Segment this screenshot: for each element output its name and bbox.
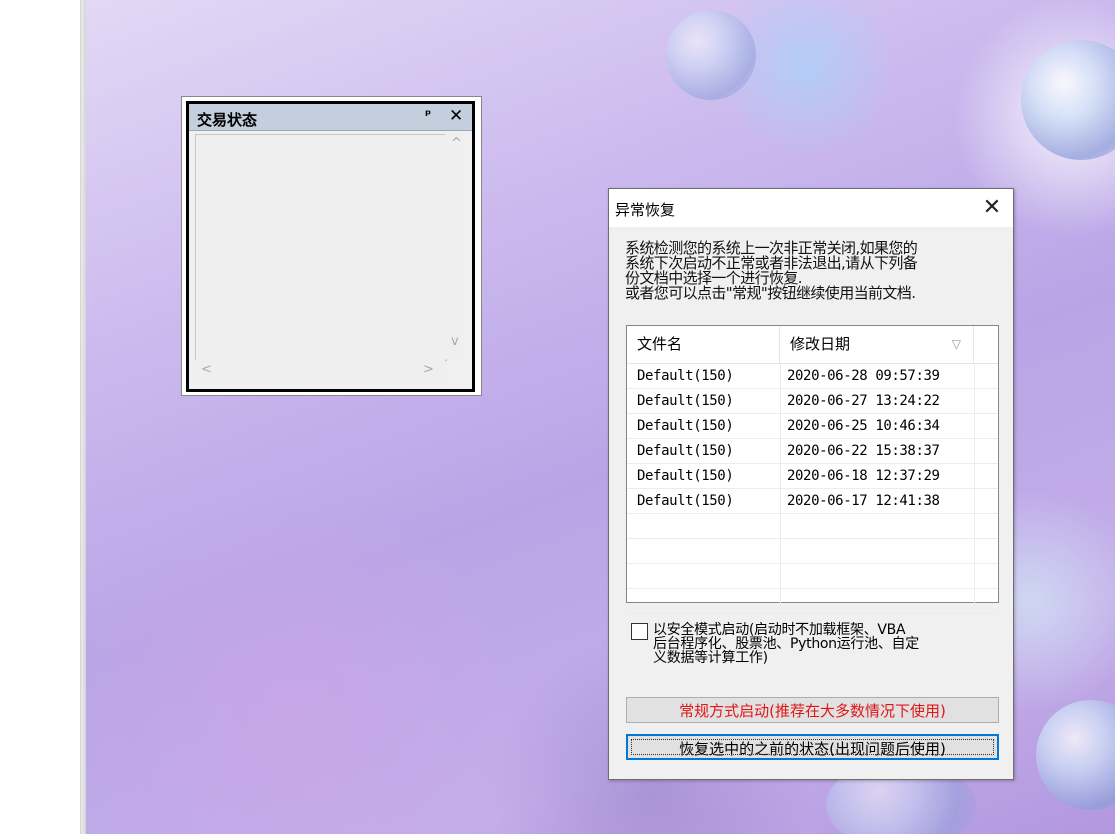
- trade-status-title: 交易状态: [197, 111, 258, 129]
- modified-date: 2020-06-18 12:37:29: [787, 468, 940, 484]
- column-header-filename[interactable]: 文件名: [627, 326, 780, 363]
- list-item-empty: [627, 564, 998, 589]
- file-name: Default(150): [637, 393, 734, 409]
- list-item[interactable]: Default(150) 2020-06-25 10:46:34: [627, 414, 998, 439]
- close-icon[interactable]: ✕: [971, 189, 1013, 227]
- safe-mode-line: 以安全模式启动(启动时不加载框架、VBA: [653, 622, 906, 638]
- list-item-empty: [627, 589, 998, 614]
- file-name: Default(150): [637, 418, 734, 434]
- file-name: Default(150): [637, 468, 734, 484]
- sort-descending-icon: ▽: [951, 337, 961, 351]
- trade-status-titlebar[interactable]: 交易状态 ᵖ ✕: [189, 104, 472, 131]
- scroll-left-icon[interactable]: <: [201, 362, 212, 377]
- scroll-up-icon[interactable]: ^: [451, 136, 462, 151]
- modified-date: 2020-06-27 13:24:22: [787, 393, 940, 409]
- trade-status-panel: 交易状态 ᵖ ✕ ^ v < >: [181, 96, 482, 396]
- list-item-empty: [627, 514, 998, 539]
- pin-icon[interactable]: ᵖ: [425, 108, 431, 123]
- safe-mode-label: 以安全模式启动(启动时不加载框架、VBA 后台程序化、股票池、Python运行池…: [653, 623, 1003, 665]
- message-line: 或者您可以点击"常规"按钮继续使用当前文档.: [625, 284, 916, 302]
- trade-status-content: [195, 134, 447, 361]
- dialog-titlebar[interactable]: 异常恢复 ✕: [609, 189, 1013, 227]
- normal-start-button[interactable]: 常规方式启动(推荐在大多数情况下使用): [626, 697, 999, 723]
- safe-mode-line: 后台程序化、股票池、Python运行池、自定: [653, 636, 919, 652]
- crystal-decoration: [1036, 700, 1115, 810]
- list-item-empty: [627, 539, 998, 564]
- file-name: Default(150): [637, 443, 734, 459]
- left-blank-area: [0, 0, 80, 834]
- crystal-decoration: [666, 10, 756, 100]
- list-item[interactable]: Default(150) 2020-06-22 15:38:37: [627, 439, 998, 464]
- list-item[interactable]: Default(150) 2020-06-27 13:24:22: [627, 389, 998, 414]
- modified-date: 2020-06-28 09:57:39: [787, 368, 940, 384]
- safe-mode-line: 义数据等计算工作): [653, 650, 768, 666]
- column-header-label: 修改日期: [790, 335, 851, 353]
- crystal-decoration: [1021, 40, 1115, 160]
- file-name: Default(150): [637, 493, 734, 509]
- scroll-right-icon[interactable]: >: [423, 362, 434, 377]
- list-rows: Default(150) 2020-06-28 09:57:39 Default(…: [627, 364, 998, 614]
- list-item[interactable]: Default(150) 2020-06-18 12:37:29: [627, 464, 998, 489]
- modified-date: 2020-06-25 10:46:34: [787, 418, 940, 434]
- horizontal-scrollbar[interactable]: < >: [195, 360, 445, 380]
- list-item[interactable]: Default(150) 2020-06-17 12:41:38: [627, 489, 998, 514]
- dialog-title: 异常恢复: [615, 201, 676, 219]
- restore-selected-button[interactable]: 恢复选中的之前的状态(出现问题后使用): [626, 734, 999, 760]
- column-header-modified-date[interactable]: 修改日期 ▽: [780, 326, 974, 363]
- list-item[interactable]: Default(150) 2020-06-28 09:57:39: [627, 364, 998, 389]
- backup-file-list[interactable]: 文件名 修改日期 ▽ Default(150) 2020-06-28 09:57:…: [626, 325, 999, 614]
- safe-mode-checkbox[interactable]: [631, 623, 648, 640]
- modified-date: 2020-06-17 12:41:38: [787, 493, 940, 509]
- list-header: 文件名 修改日期 ▽: [627, 326, 998, 364]
- close-icon[interactable]: ✕: [449, 106, 463, 126]
- scroll-down-icon[interactable]: v: [451, 334, 459, 349]
- file-name: Default(150): [637, 368, 734, 384]
- recovery-dialog: 异常恢复 ✕ 系统检测您的系统上一次非正常关闭,如果您的 系统下次启动不正常或者…: [608, 188, 1014, 780]
- dialog-message: 系统检测您的系统上一次非正常关闭,如果您的 系统下次启动不正常或者非法退出,请从…: [625, 241, 1005, 301]
- trade-status-frame: 交易状态 ᵖ ✕ ^ v < >: [186, 101, 475, 392]
- modified-date: 2020-06-22 15:38:37: [787, 443, 940, 459]
- focus-rectangle: [631, 739, 994, 755]
- column-header-filler: [974, 326, 998, 363]
- vertical-scrollbar[interactable]: ^ v: [445, 134, 465, 359]
